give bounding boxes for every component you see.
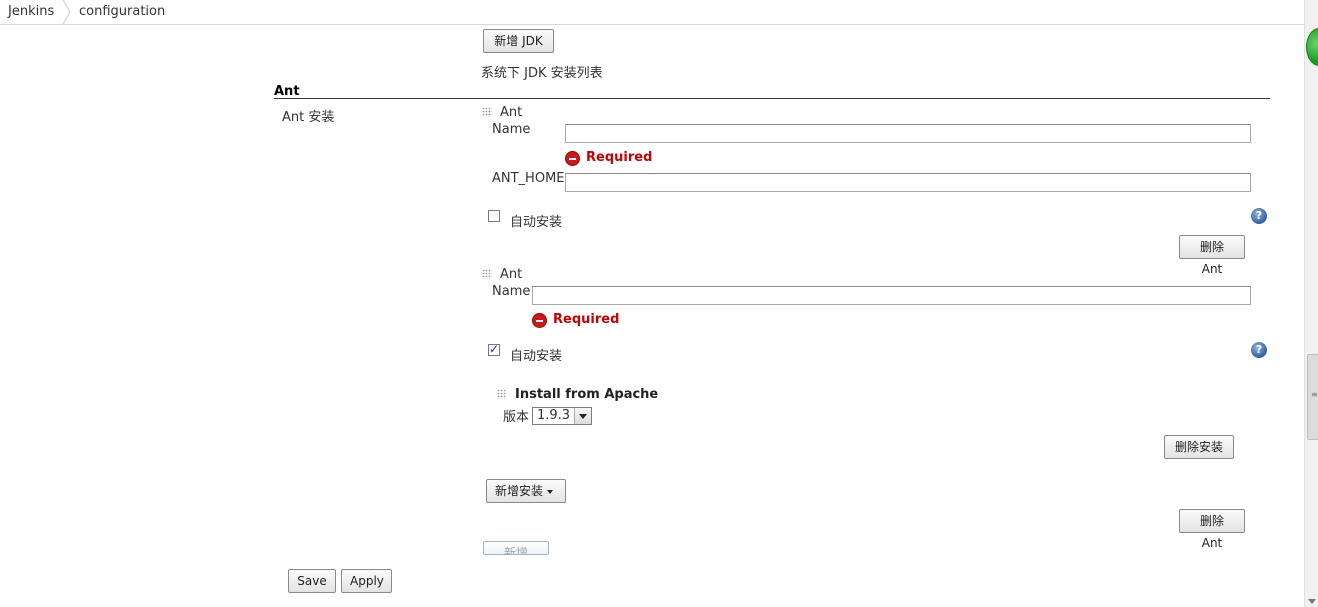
- help-icon[interactable]: ?: [1251, 342, 1267, 358]
- version-label: 版本: [503, 410, 530, 425]
- apply-button[interactable]: Apply: [341, 569, 392, 593]
- version-select[interactable]: 1.9.3: [532, 407, 592, 425]
- ant-section-title: Ant: [274, 84, 300, 99]
- auto-install-checkbox[interactable]: [488, 342, 500, 356]
- ant-name-input[interactable]: [565, 124, 1251, 143]
- name-label: Name: [492, 122, 531, 137]
- save-button[interactable]: Save: [288, 569, 336, 593]
- name-label: Name: [492, 284, 531, 299]
- add-jdk-button[interactable]: 新增 JDK: [483, 29, 554, 53]
- version-selected-value: 1.9.3: [537, 408, 571, 423]
- required-message: Required: [586, 150, 653, 165]
- delete-ant-button[interactable]: 删除 Ant: [1179, 509, 1245, 550]
- ant-installation-header: Ant: [500, 105, 523, 120]
- ant-installation-header: Ant: [500, 267, 523, 282]
- add-installer-label: 新增安装: [495, 484, 544, 498]
- ant-name-input[interactable]: [532, 286, 1251, 305]
- drag-handle-icon[interactable]: [497, 389, 507, 399]
- drag-handle-icon[interactable]: [482, 269, 492, 279]
- error-icon: [532, 313, 547, 328]
- section-divider: [274, 98, 1270, 99]
- delete-ant-button[interactable]: 删除 Ant: [1179, 235, 1245, 276]
- vertical-scrollbar[interactable]: ≡: [1304, 0, 1318, 607]
- breadcrumb-jenkins[interactable]: Jenkins: [8, 4, 54, 19]
- chevron-down-icon: [574, 408, 591, 424]
- delete-installer-button[interactable]: 删除安装: [1164, 435, 1234, 459]
- required-message: Required: [553, 312, 620, 327]
- auto-install-checkbox[interactable]: [488, 210, 500, 222]
- ant-install-row-label: Ant 安装: [282, 110, 335, 125]
- add-installer-button[interactable]: 新增安装: [486, 479, 566, 503]
- ant-home-input[interactable]: [565, 173, 1251, 192]
- auto-install-label: 自动安装: [510, 215, 563, 230]
- auto-install-label: 自动安装: [510, 349, 563, 364]
- scroll-down-icon[interactable]: [1308, 599, 1316, 604]
- drag-handle-icon[interactable]: [482, 107, 492, 117]
- ant-home-label: ANT_HOME: [492, 171, 565, 186]
- error-icon: [565, 151, 580, 166]
- help-icon[interactable]: ?: [1251, 208, 1267, 224]
- breadcrumb: Jenkins configuration: [0, 0, 1304, 25]
- jdk-list-caption: 系统下 JDK 安装列表: [481, 66, 603, 81]
- breadcrumb-separator-icon: [62, 0, 71, 24]
- breadcrumb-configuration[interactable]: configuration: [79, 4, 165, 19]
- scrollbar-thumb[interactable]: ≡: [1307, 354, 1318, 440]
- installer-title: Install from Apache: [515, 387, 659, 402]
- dropdown-caret-icon: [547, 489, 554, 494]
- add-ant-button[interactable]: 新增 Ant: [483, 541, 549, 555]
